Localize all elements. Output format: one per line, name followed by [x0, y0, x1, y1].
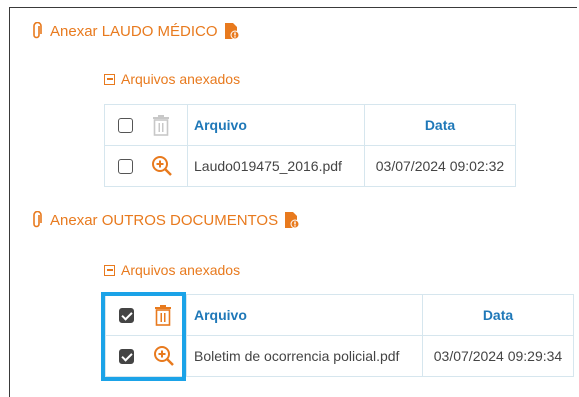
header-arquivo[interactable]: Arquivo: [187, 104, 365, 146]
attach-outros-link[interactable]: Anexar OUTROS DOCUMENTOS: [30, 211, 300, 229]
paperclip-icon: [33, 211, 42, 228]
attach-outros-label: Anexar OUTROS DOCUMENTOS: [50, 211, 279, 229]
document-alert-icon: [285, 212, 300, 229]
collapse-icon: [104, 73, 115, 85]
zoom-in-icon[interactable]: [151, 155, 173, 177]
header-actions-cell: [104, 104, 188, 146]
file-date: 03/07/2024 09:02:32: [364, 145, 516, 187]
attach-laudo-label: Anexar LAUDO MÉDICO: [50, 22, 218, 40]
trash-icon: [153, 115, 169, 136]
files-toggle-label: Arquivos anexados: [121, 71, 241, 87]
collapse-icon: [104, 264, 115, 276]
table-row: Laudo019475_2016.pdf 03/07/2024 09:02:32: [104, 145, 516, 187]
selection-highlight-box: [101, 292, 186, 381]
attach-laudo-link[interactable]: Anexar LAUDO MÉDICO: [30, 22, 240, 40]
file-date: 03/07/2024 09:29:34: [422, 335, 574, 377]
files-toggle-laudo[interactable]: Arquivos anexados: [104, 71, 240, 87]
files-toggle-label: Arquivos anexados: [121, 262, 241, 278]
file-name[interactable]: Boletim de ocorrencia policial.pdf: [186, 335, 423, 377]
row-actions-cell: [104, 145, 188, 187]
files-toggle-outros[interactable]: Arquivos anexados: [104, 262, 240, 278]
document-alert-icon: [224, 23, 240, 40]
header-arquivo[interactable]: Arquivo: [186, 294, 423, 336]
table-header-row: Arquivo Data: [104, 104, 516, 146]
select-all-checkbox[interactable]: [118, 117, 133, 133]
header-data[interactable]: Data: [364, 104, 516, 146]
row-checkbox[interactable]: [118, 158, 133, 174]
header-data[interactable]: Data: [422, 294, 574, 336]
file-name[interactable]: Laudo019475_2016.pdf: [187, 145, 365, 187]
files-table-laudo: Arquivo Data Laudo019475_2016.pdf 03/07/…: [104, 104, 516, 187]
paperclip-icon: [33, 22, 42, 39]
